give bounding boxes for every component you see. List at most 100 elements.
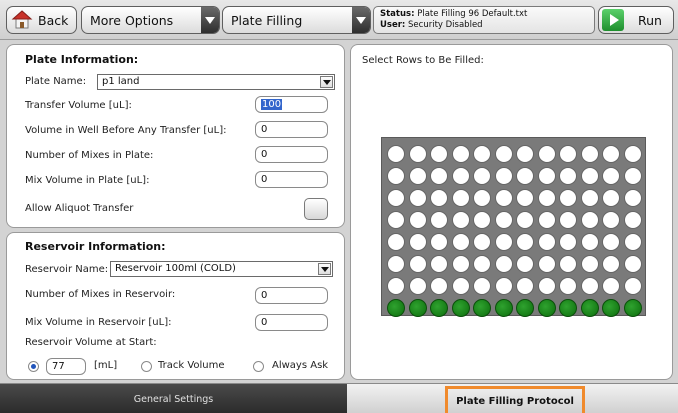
well-filled[interactable]	[408, 299, 427, 317]
well-empty[interactable]	[623, 233, 642, 251]
always-ask-radio[interactable]	[253, 361, 264, 372]
well-filled[interactable]	[430, 299, 448, 317]
well-empty[interactable]	[580, 211, 599, 229]
mix-volume-reservoir-field[interactable]: 0	[255, 314, 328, 331]
mixes-in-reservoir-field[interactable]: 0	[255, 287, 328, 304]
well-empty[interactable]	[473, 255, 491, 273]
well-empty[interactable]	[580, 233, 599, 251]
well-empty[interactable]	[473, 167, 491, 185]
well-empty[interactable]	[494, 277, 513, 295]
well-empty[interactable]	[516, 233, 534, 251]
well-empty[interactable]	[559, 167, 577, 185]
well-empty[interactable]	[451, 255, 470, 273]
allow-aliquot-checkbox[interactable]	[304, 198, 328, 220]
well-empty[interactable]	[451, 233, 470, 251]
well-empty[interactable]	[623, 167, 642, 185]
well-empty[interactable]	[537, 189, 556, 207]
well-empty[interactable]	[494, 211, 513, 229]
well-empty[interactable]	[473, 145, 491, 163]
run-button[interactable]: Run	[598, 6, 674, 34]
well-empty[interactable]	[430, 167, 448, 185]
well-empty[interactable]	[623, 145, 642, 163]
well-empty[interactable]	[559, 277, 577, 295]
more-options-dropdown[interactable]: More Options	[81, 6, 220, 34]
well-empty[interactable]	[580, 167, 599, 185]
well-empty[interactable]	[408, 233, 427, 251]
well-empty[interactable]	[494, 145, 513, 163]
well-empty[interactable]	[602, 277, 620, 295]
track-volume-radio[interactable]	[141, 361, 152, 372]
well-empty[interactable]	[602, 167, 620, 185]
well-empty[interactable]	[516, 145, 534, 163]
well-empty[interactable]	[473, 233, 491, 251]
well-empty[interactable]	[623, 277, 642, 295]
mode-dropdown[interactable]: Plate Filling	[222, 6, 371, 34]
reservoir-name-select[interactable]: Reservoir 100ml (COLD)	[110, 261, 333, 277]
well-empty[interactable]	[430, 189, 448, 207]
well-empty[interactable]	[387, 255, 405, 273]
well-empty[interactable]	[430, 145, 448, 163]
well-empty[interactable]	[623, 189, 642, 207]
well-filled[interactable]	[387, 299, 405, 317]
well-empty[interactable]	[537, 277, 556, 295]
well-empty[interactable]	[559, 211, 577, 229]
well-empty[interactable]	[602, 211, 620, 229]
well-empty[interactable]	[473, 211, 491, 229]
well-empty[interactable]	[451, 211, 470, 229]
well-empty[interactable]	[494, 167, 513, 185]
well-empty[interactable]	[408, 255, 427, 273]
well-empty[interactable]	[408, 211, 427, 229]
well-empty[interactable]	[408, 277, 427, 295]
well-empty[interactable]	[602, 145, 620, 163]
well-empty[interactable]	[580, 277, 599, 295]
well-empty[interactable]	[537, 211, 556, 229]
well-empty[interactable]	[387, 277, 405, 295]
well-empty[interactable]	[408, 145, 427, 163]
well-empty[interactable]	[602, 233, 620, 251]
mixes-in-plate-field[interactable]: 0	[255, 146, 328, 163]
tab-plate-filling-protocol[interactable]: Plate Filling Protocol	[347, 384, 678, 413]
well-empty[interactable]	[580, 255, 599, 273]
well-empty[interactable]	[516, 255, 534, 273]
well-empty[interactable]	[537, 255, 556, 273]
well-empty[interactable]	[516, 167, 534, 185]
well-filled[interactable]	[580, 299, 599, 317]
track-volume-label[interactable]: Track Volume	[158, 360, 225, 371]
well-empty[interactable]	[408, 167, 427, 185]
well-empty[interactable]	[537, 145, 556, 163]
well-empty[interactable]	[473, 277, 491, 295]
well-empty[interactable]	[451, 277, 470, 295]
always-ask-label[interactable]: Always Ask	[272, 360, 328, 371]
well-filled[interactable]	[623, 299, 642, 317]
well-empty[interactable]	[387, 145, 405, 163]
mix-volume-plate-field[interactable]: 0	[255, 171, 328, 188]
well-filled[interactable]	[473, 299, 491, 317]
well-empty[interactable]	[408, 189, 427, 207]
well-empty[interactable]	[516, 211, 534, 229]
well-filled[interactable]	[516, 299, 534, 317]
well-empty[interactable]	[559, 255, 577, 273]
well-empty[interactable]	[623, 255, 642, 273]
well-filled[interactable]	[537, 299, 556, 317]
tab-general-settings[interactable]: General Settings	[0, 384, 347, 413]
well-empty[interactable]	[516, 189, 534, 207]
well-empty[interactable]	[430, 233, 448, 251]
well-empty[interactable]	[451, 145, 470, 163]
volume-value-radio[interactable]	[28, 361, 39, 372]
well-empty[interactable]	[559, 233, 577, 251]
well-empty[interactable]	[430, 255, 448, 273]
volume-at-start-field[interactable]: 77	[46, 358, 86, 375]
well-empty[interactable]	[602, 255, 620, 273]
well-empty[interactable]	[623, 211, 642, 229]
well-empty[interactable]	[494, 255, 513, 273]
well-empty[interactable]	[430, 211, 448, 229]
back-button[interactable]: Back	[6, 6, 77, 34]
well-empty[interactable]	[451, 167, 470, 185]
well-empty[interactable]	[430, 277, 448, 295]
well-empty[interactable]	[451, 189, 470, 207]
well-empty[interactable]	[537, 233, 556, 251]
well-empty[interactable]	[559, 145, 577, 163]
well-empty[interactable]	[494, 189, 513, 207]
well-filled[interactable]	[602, 299, 620, 317]
well-empty[interactable]	[387, 167, 405, 185]
